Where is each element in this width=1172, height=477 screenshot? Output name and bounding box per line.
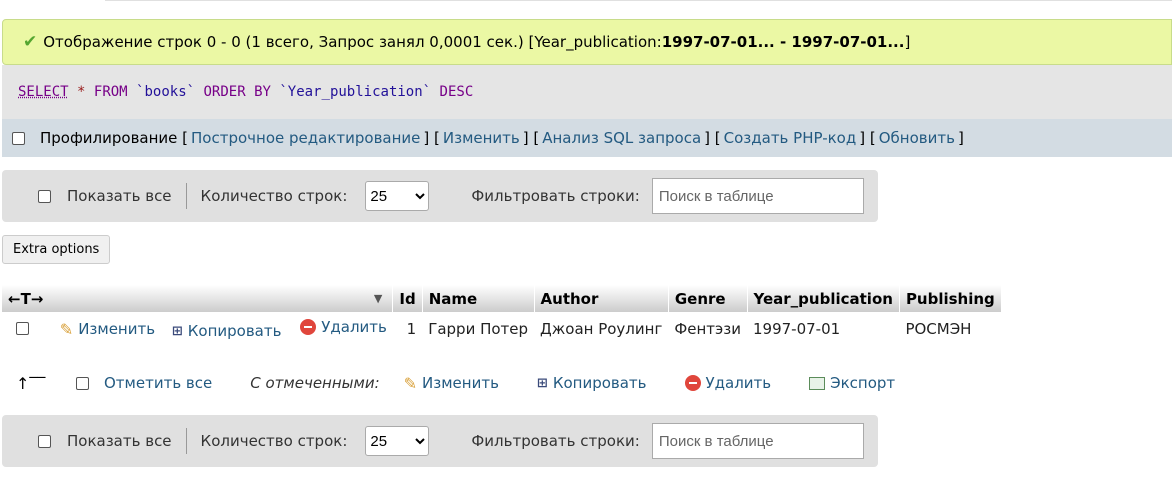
cell-publishing: РОСМЭН bbox=[905, 320, 972, 338]
extra-options-button[interactable]: Extra options bbox=[2, 235, 111, 264]
column-header-id[interactable]: Id bbox=[392, 285, 423, 312]
column-header-year-publication[interactable]: Year_publication bbox=[747, 285, 900, 312]
pencil-icon: ✎ bbox=[59, 319, 74, 339]
row-delete-label: Удалить bbox=[321, 317, 387, 336]
sql-orderby-keyword: ORDER BY bbox=[203, 84, 271, 100]
nav-separator bbox=[185, 183, 187, 209]
delete-icon bbox=[300, 318, 317, 335]
copy-icon: ⊞ bbox=[171, 323, 183, 339]
row-delete-link[interactable]: Удалить bbox=[300, 318, 387, 336]
sql-star: * bbox=[77, 84, 86, 100]
column-arrows-icon[interactable]: ←T→ bbox=[8, 290, 43, 308]
column-header-author[interactable]: Author bbox=[534, 285, 669, 312]
column-header-publishing[interactable]: Publishing bbox=[899, 285, 1002, 312]
column-header-name[interactable]: Name bbox=[422, 285, 535, 312]
row-actions-cell: ✎ Изменить ⊞ Копировать Удалить bbox=[2, 312, 393, 346]
bulk-copy-button[interactable]: ⊞ Копировать bbox=[537, 374, 647, 392]
profiling-bar: Профилирование [Построчное редактировани… bbox=[2, 119, 1172, 157]
bulk-copy-label: Копировать bbox=[552, 374, 647, 392]
navigation-bar-bottom: Показать все Количество строк: 25 Фильтр… bbox=[2, 415, 878, 467]
rows-count-select[interactable]: 25 bbox=[365, 426, 430, 456]
top-divider bbox=[105, 0, 1172, 1]
filter-rows-label: Фильтровать строки: bbox=[471, 187, 640, 205]
message-range: 1997-07-01... - 1997-07-01... bbox=[661, 33, 905, 51]
table-header-row: ←T→ ▼ Id Name Author Genre Year_publicat… bbox=[2, 285, 1002, 312]
sql-table-name: `books` bbox=[136, 84, 196, 100]
check-icon: ✔ bbox=[23, 32, 38, 52]
row-copy-link[interactable]: ⊞ Копировать bbox=[172, 322, 282, 340]
results-table: ←T→ ▼ Id Name Author Genre Year_publicat… bbox=[2, 285, 1002, 346]
rows-count-select[interactable]: 25 bbox=[365, 181, 430, 211]
sql-select-keyword[interactable]: SELECT bbox=[18, 84, 69, 100]
edit-query-link[interactable]: Изменить bbox=[443, 129, 520, 147]
sql-from-keyword: FROM bbox=[93, 84, 128, 100]
row-edit-label: Изменить bbox=[78, 320, 156, 339]
profiling-checkbox[interactable] bbox=[12, 131, 25, 145]
navigation-bar-top: Показать все Количество строк: 25 Фильтр… bbox=[2, 170, 878, 222]
table-search-input[interactable] bbox=[651, 423, 864, 459]
profiling-label: Профилирование bbox=[40, 129, 178, 147]
bulk-delete-button[interactable]: Удалить bbox=[684, 374, 772, 392]
message-close: ] bbox=[904, 33, 911, 51]
success-message: ✔ Отображение строк 0 - 0 (1 всего, Запр… bbox=[2, 19, 1172, 65]
nav-separator bbox=[185, 428, 187, 454]
sql-desc-keyword: DESC bbox=[439, 84, 474, 100]
bulk-delete-label: Удалить bbox=[705, 374, 772, 392]
table-search-input[interactable] bbox=[651, 178, 864, 214]
show-all-checkbox[interactable] bbox=[38, 189, 51, 203]
rows-count-label: Количество строк: bbox=[200, 432, 348, 450]
cell-name: Гарри Потер bbox=[428, 320, 529, 338]
bulk-export-label: Экспорт bbox=[830, 374, 896, 392]
bulk-export-button[interactable]: Экспорт bbox=[809, 374, 895, 392]
cell-author: Джоан Роулинг bbox=[540, 320, 663, 338]
sql-column-name: `Year_publication` bbox=[279, 84, 432, 100]
pencil-icon: ✎ bbox=[403, 373, 418, 393]
inline-edit-link[interactable]: Построчное редактирование bbox=[191, 129, 420, 147]
arrow-up-corner-icon: ↑‾‾ bbox=[16, 373, 46, 393]
delete-icon bbox=[684, 375, 701, 391]
bulk-edit-button[interactable]: ✎ Изменить bbox=[404, 374, 499, 393]
bulk-actions-bar: ↑‾‾ Отметить все С отмеченными: ✎ Изменит… bbox=[0, 365, 920, 401]
table-row: ✎ Изменить ⊞ Копировать Удалить 1 Гарри По… bbox=[2, 312, 1001, 346]
export-icon bbox=[809, 376, 826, 390]
row-copy-label: Копировать bbox=[187, 322, 282, 341]
message-text: Отображение строк 0 - 0 (1 всего, Запрос… bbox=[43, 33, 662, 51]
sql-query-box[interactable]: SELECT * FROM `books` ORDER BY `Year_pub… bbox=[2, 65, 1172, 119]
copy-icon: ⊞ bbox=[536, 375, 548, 391]
bulk-edit-label: Изменить bbox=[422, 374, 499, 392]
cell-genre: Фентэзи bbox=[674, 320, 741, 338]
rows-count-label: Количество строк: bbox=[200, 187, 348, 205]
column-header-genre[interactable]: Genre bbox=[668, 285, 748, 312]
check-all-checkbox[interactable] bbox=[76, 376, 89, 390]
check-all-link[interactable]: Отметить все bbox=[104, 374, 212, 392]
show-all-checkbox[interactable] bbox=[38, 434, 51, 448]
filter-rows-label: Фильтровать строки: bbox=[471, 432, 640, 450]
cell-year-publication: 1997-07-01 bbox=[753, 320, 841, 338]
show-all-label: Показать все bbox=[67, 432, 172, 450]
show-all-label: Показать все bbox=[67, 187, 172, 205]
refresh-link[interactable]: Обновить bbox=[879, 129, 955, 147]
sort-dropdown-icon[interactable]: ▼ bbox=[374, 292, 382, 305]
with-selected-label: С отмеченными: bbox=[250, 374, 380, 392]
analyze-sql-link[interactable]: Анализ SQL запроса bbox=[542, 129, 701, 147]
row-edit-link[interactable]: ✎ Изменить bbox=[60, 320, 155, 339]
cell-id: 1 bbox=[406, 320, 417, 338]
column-arrows-header[interactable]: ←T→ ▼ bbox=[2, 285, 394, 312]
create-php-code-link[interactable]: Создать PHP-код bbox=[724, 129, 857, 147]
row-checkbox[interactable] bbox=[16, 321, 29, 335]
